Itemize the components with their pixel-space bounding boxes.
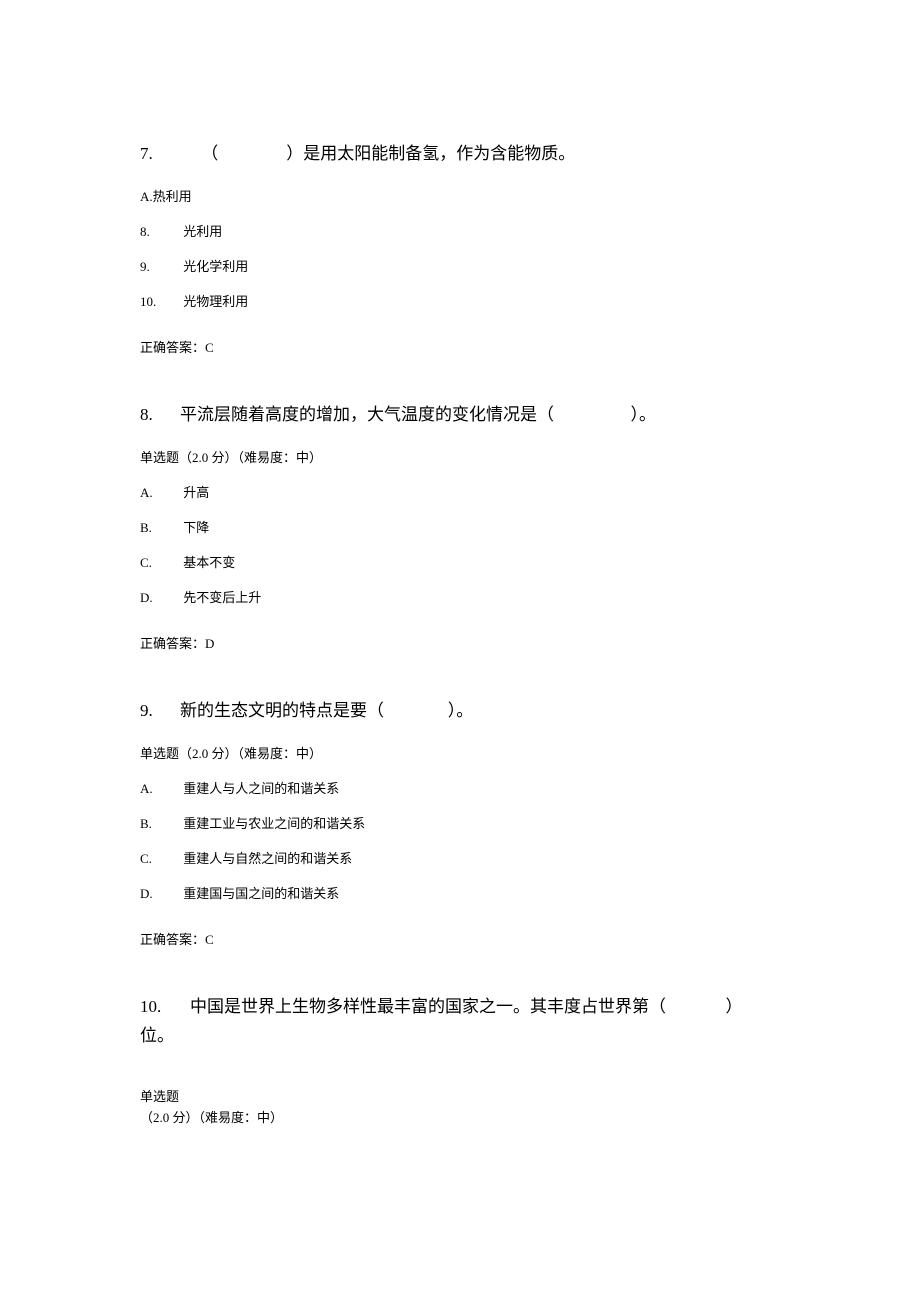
q7-answer: 正确答案：C: [140, 338, 790, 359]
q9-d-label: D.: [140, 884, 180, 905]
q7-option-c: 9. 光化学利用: [140, 257, 790, 278]
q7-number: 7.: [140, 140, 180, 167]
q8-a-label: A.: [140, 483, 180, 504]
q8-option-c: C. 基本不变: [140, 553, 790, 574]
q8-option-a: A. 升高: [140, 483, 790, 504]
q7-option-d: 10. 光物理利用: [140, 292, 790, 313]
q8-c-label: C.: [140, 553, 180, 574]
q8-c-text: 基本不变: [183, 555, 235, 570]
q9-option-a: A. 重建人与人之间的和谐关系: [140, 779, 790, 800]
q9-d-text: 重建国与国之间的和谐关系: [183, 886, 339, 901]
q7-a-label: A.: [140, 189, 153, 204]
q7-c-text: 光化学利用: [183, 259, 248, 274]
q7-b-num: 8.: [140, 222, 180, 243]
question-8: 8.平流层随着高度的增加，大气温度的变化情况是（ ）。 单选题（2.0 分）（难…: [140, 401, 790, 655]
q9-meta: 单选题（2.0 分）（难易度：中）: [140, 744, 790, 765]
q10-meta1: 单选题: [140, 1089, 179, 1104]
question-7: 7. （ ）是用太阳能制备氢，作为含能物质。 A.热利用 8. 光利用 9. 光…: [140, 140, 790, 359]
q8-b-label: B.: [140, 518, 180, 539]
document-page: 7. （ ）是用太阳能制备氢，作为含能物质。 A.热利用 8. 光利用 9. 光…: [0, 0, 920, 1208]
q10-meta2: （2.0 分）（难易度：中）: [140, 1110, 283, 1125]
q7-d-num: 10.: [140, 292, 180, 313]
q7-close-text: ）是用太阳能制备氢，作为含能物质。: [286, 144, 575, 163]
q7-c-num: 9.: [140, 257, 180, 278]
q8-stem-pre: 平流层随着高度的增加，大气温度的变化情况是（: [180, 405, 554, 424]
q10-stem-line2: 位。: [140, 1026, 174, 1045]
q8-answer: 正确答案：D: [140, 634, 790, 655]
q9-b-label: B.: [140, 814, 180, 835]
q9-stem: 9.新的生态文明的特点是要（ ）。: [140, 697, 790, 724]
q10-stem-pre: 中国是世界上生物多样性最丰富的国家之一。其丰度占世界第（: [190, 997, 666, 1016]
q8-d-label: D.: [140, 588, 180, 609]
q8-a-text: 升高: [183, 485, 209, 500]
q8-stem-post: ）。: [631, 405, 657, 424]
q9-a-label: A.: [140, 779, 180, 800]
q8-number: 8.: [140, 401, 180, 428]
q8-d-text: 先不变后上升: [183, 590, 261, 605]
q9-a-text: 重建人与人之间的和谐关系: [183, 781, 339, 796]
q9-option-c: C. 重建人与自然之间的和谐关系: [140, 849, 790, 870]
q8-meta: 单选题（2.0 分）（难易度：中）: [140, 448, 790, 469]
q7-a-text: 热利用: [153, 189, 192, 204]
q8-b-text: 下降: [183, 520, 209, 535]
q9-stem-post: ）。: [448, 701, 474, 720]
q7-option-a: A.热利用: [140, 187, 790, 208]
q7-stem: 7. （ ）是用太阳能制备氢，作为含能物质。: [140, 140, 790, 167]
q7-open-paren: （: [201, 144, 218, 163]
q10-stem: 10.中国是世界上生物多样性最丰富的国家之一。其丰度占世界第（ ） 位。: [140, 993, 790, 1051]
q10-number: 10.: [140, 993, 190, 1022]
q9-c-label: C.: [140, 849, 180, 870]
q7-d-text: 光物理利用: [183, 294, 248, 309]
q8-option-d: D. 先不变后上升: [140, 588, 790, 609]
question-9: 9.新的生态文明的特点是要（ ）。 单选题（2.0 分）（难易度：中） A. 重…: [140, 697, 790, 951]
q9-c-text: 重建人与自然之间的和谐关系: [183, 851, 352, 866]
q9-answer: 正确答案：C: [140, 930, 790, 951]
q9-b-text: 重建工业与农业之间的和谐关系: [183, 816, 365, 831]
q10-stem-post: ）: [726, 997, 743, 1016]
q9-stem-pre: 新的生态文明的特点是要（: [180, 701, 384, 720]
q10-meta: 单选题 （2.0 分）（难易度：中）: [140, 1087, 790, 1129]
q8-stem: 8.平流层随着高度的增加，大气温度的变化情况是（ ）。: [140, 401, 790, 428]
q9-number: 9.: [140, 697, 180, 724]
q9-option-d: D. 重建国与国之间的和谐关系: [140, 884, 790, 905]
question-10: 10.中国是世界上生物多样性最丰富的国家之一。其丰度占世界第（ ） 位。 单选题…: [140, 993, 790, 1128]
q7-option-b: 8. 光利用: [140, 222, 790, 243]
q8-option-b: B. 下降: [140, 518, 790, 539]
q7-b-text: 光利用: [183, 224, 222, 239]
q9-option-b: B. 重建工业与农业之间的和谐关系: [140, 814, 790, 835]
